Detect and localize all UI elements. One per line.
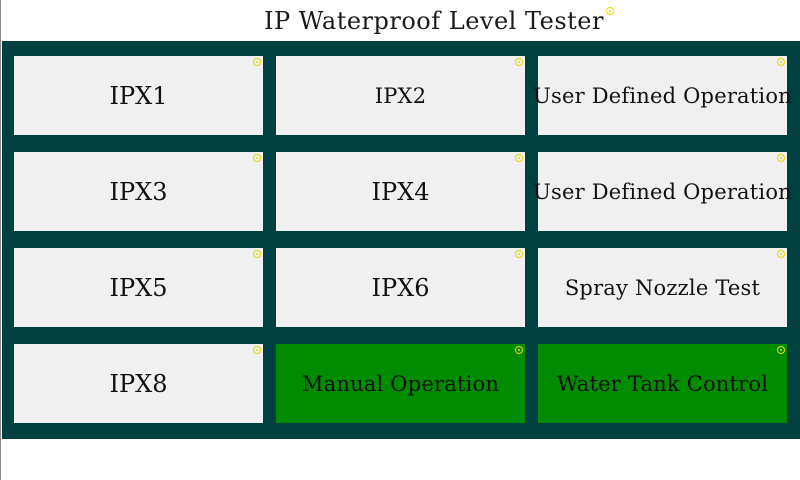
target-marker-icon [777,58,785,66]
spray-nozzle-test-label: Spray Nozzle Test [564,275,761,300]
ipx6-button[interactable]: IPX6 [276,248,525,327]
target-marker-icon [515,250,523,258]
target-marker-icon [777,154,785,162]
ipx2-button-label: IPX2 [374,83,427,108]
target-marker-icon [253,58,261,66]
target-marker-icon [253,346,261,354]
target-marker-icon [515,58,523,66]
ipx5-button-label: IPX5 [109,273,168,302]
window-left-edge [0,0,1,480]
button-panel: IPX1 IPX2 User Defined Operation IPX3 IP… [2,41,800,439]
water-tank-control-button[interactable]: Water Tank Control [538,344,787,423]
spray-nozzle-test-button[interactable]: Spray Nozzle Test [538,248,787,327]
ipx3-button[interactable]: IPX3 [14,152,263,231]
page-title: IP Waterproof Level Tester [264,7,604,35]
target-marker-icon [777,346,785,354]
ipx8-button[interactable]: IPX8 [14,344,263,423]
user-defined-operation-button-1[interactable]: User Defined Operation [533,56,792,135]
user-defined-operation-label-1: User Defined Operation [533,83,792,108]
water-tank-control-label: Water Tank Control [556,371,769,396]
target-marker-icon [515,346,523,354]
target-marker-icon [606,7,614,15]
ipx3-button-label: IPX3 [109,177,168,206]
user-defined-operation-label-2: User Defined Operation [533,179,792,204]
manual-operation-label: Manual Operation [301,371,500,396]
ipx4-button[interactable]: IPX4 [276,152,525,231]
ipx2-button[interactable]: IPX2 [276,56,525,135]
target-marker-icon [253,250,261,258]
ipx8-button-label: IPX8 [109,369,168,398]
ipx1-button-label: IPX1 [109,81,168,110]
ipx4-button-label: IPX4 [371,177,430,206]
target-marker-icon [515,154,523,162]
ipx5-button[interactable]: IPX5 [14,248,263,327]
user-defined-operation-button-2[interactable]: User Defined Operation [533,152,792,231]
manual-operation-button[interactable]: Manual Operation [276,344,525,423]
target-marker-icon [777,250,785,258]
ipx6-button-label: IPX6 [371,273,430,302]
target-marker-icon [253,154,261,162]
ipx1-button[interactable]: IPX1 [14,56,263,135]
